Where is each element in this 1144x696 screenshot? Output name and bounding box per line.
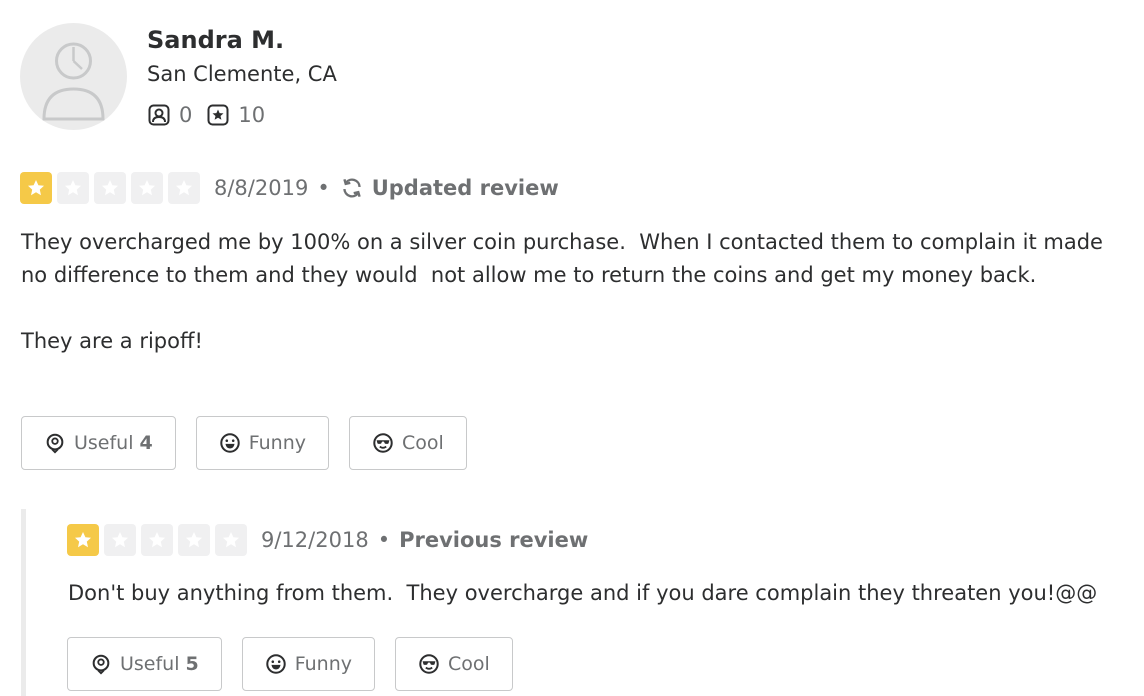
funny-label: Funny [248, 432, 307, 454]
friends-icon [148, 104, 170, 126]
star-rating [67, 524, 247, 556]
updated-review-body: They overcharged me by 100% on a silver … [21, 230, 1103, 353]
laughing-face-icon [266, 654, 286, 674]
sunglasses-face-icon [419, 654, 439, 674]
refresh-icon [342, 178, 361, 198]
funny-button[interactable]: Funny [195, 416, 330, 470]
star-icon [178, 524, 210, 556]
reviews-stat: 10 [206, 103, 265, 127]
useful-label: Useful [120, 653, 180, 675]
previous-review-body: Don't buy anything from them. They overc… [68, 581, 1098, 605]
updated-review-votes: Useful 4 Funny Cool [21, 416, 467, 470]
star-rating [20, 172, 200, 204]
lightbulb-icon [92, 654, 110, 675]
star-icon [215, 524, 247, 556]
star-icon [104, 524, 136, 556]
cool-button[interactable]: Cool [395, 637, 513, 691]
useful-button[interactable]: Useful 4 [21, 416, 176, 470]
previous-review-votes: Useful 5 Funny Cool [67, 637, 513, 691]
cool-button[interactable]: Cool [349, 416, 467, 470]
previous-review-border [21, 509, 26, 696]
cool-label: Cool [448, 653, 490, 675]
separator-dot: • [317, 176, 330, 200]
user-avatar[interactable] [20, 23, 127, 130]
reviews-count: 10 [238, 103, 266, 127]
star-icon [57, 172, 89, 204]
review-date: 8/8/2019 [214, 176, 309, 200]
useful-label: Useful [74, 432, 134, 454]
separator-dot: • [377, 528, 391, 552]
default-avatar-icon [42, 42, 105, 121]
star-icon [20, 172, 52, 204]
user-location: San Clemente, CA [147, 62, 337, 86]
user-stats: 0 10 [147, 100, 279, 130]
user-name[interactable]: Sandra M. [147, 24, 284, 56]
updated-review-text: Updated review [371, 176, 559, 200]
sunglasses-face-icon [373, 433, 393, 453]
star-icon [94, 172, 126, 204]
star-icon [67, 524, 99, 556]
review-star-icon [207, 104, 229, 126]
review-date: 9/12/2018 [261, 528, 369, 552]
lightbulb-icon [46, 433, 64, 454]
cool-label: Cool [402, 432, 444, 454]
updated-review-header: 8/8/2019 • Updated review [20, 172, 559, 204]
laughing-face-icon [220, 433, 240, 453]
updated-review-label: Updated review [339, 175, 559, 201]
funny-label: Funny [294, 653, 353, 675]
funny-button[interactable]: Funny [241, 637, 376, 691]
review-page: Sandra M. San Clemente, CA 0 10 8/8/2019… [0, 0, 1144, 696]
useful-count: 4 [139, 432, 153, 454]
previous-review-label: Previous review [399, 528, 589, 552]
friends-count: 0 [179, 103, 193, 127]
star-icon [141, 524, 173, 556]
friends-stat: 0 [147, 103, 192, 127]
star-icon [168, 172, 200, 204]
previous-review-header: 9/12/2018 • Previous review [67, 524, 588, 556]
useful-count: 5 [185, 653, 199, 675]
star-icon [131, 172, 163, 204]
useful-button[interactable]: Useful 5 [67, 637, 222, 691]
